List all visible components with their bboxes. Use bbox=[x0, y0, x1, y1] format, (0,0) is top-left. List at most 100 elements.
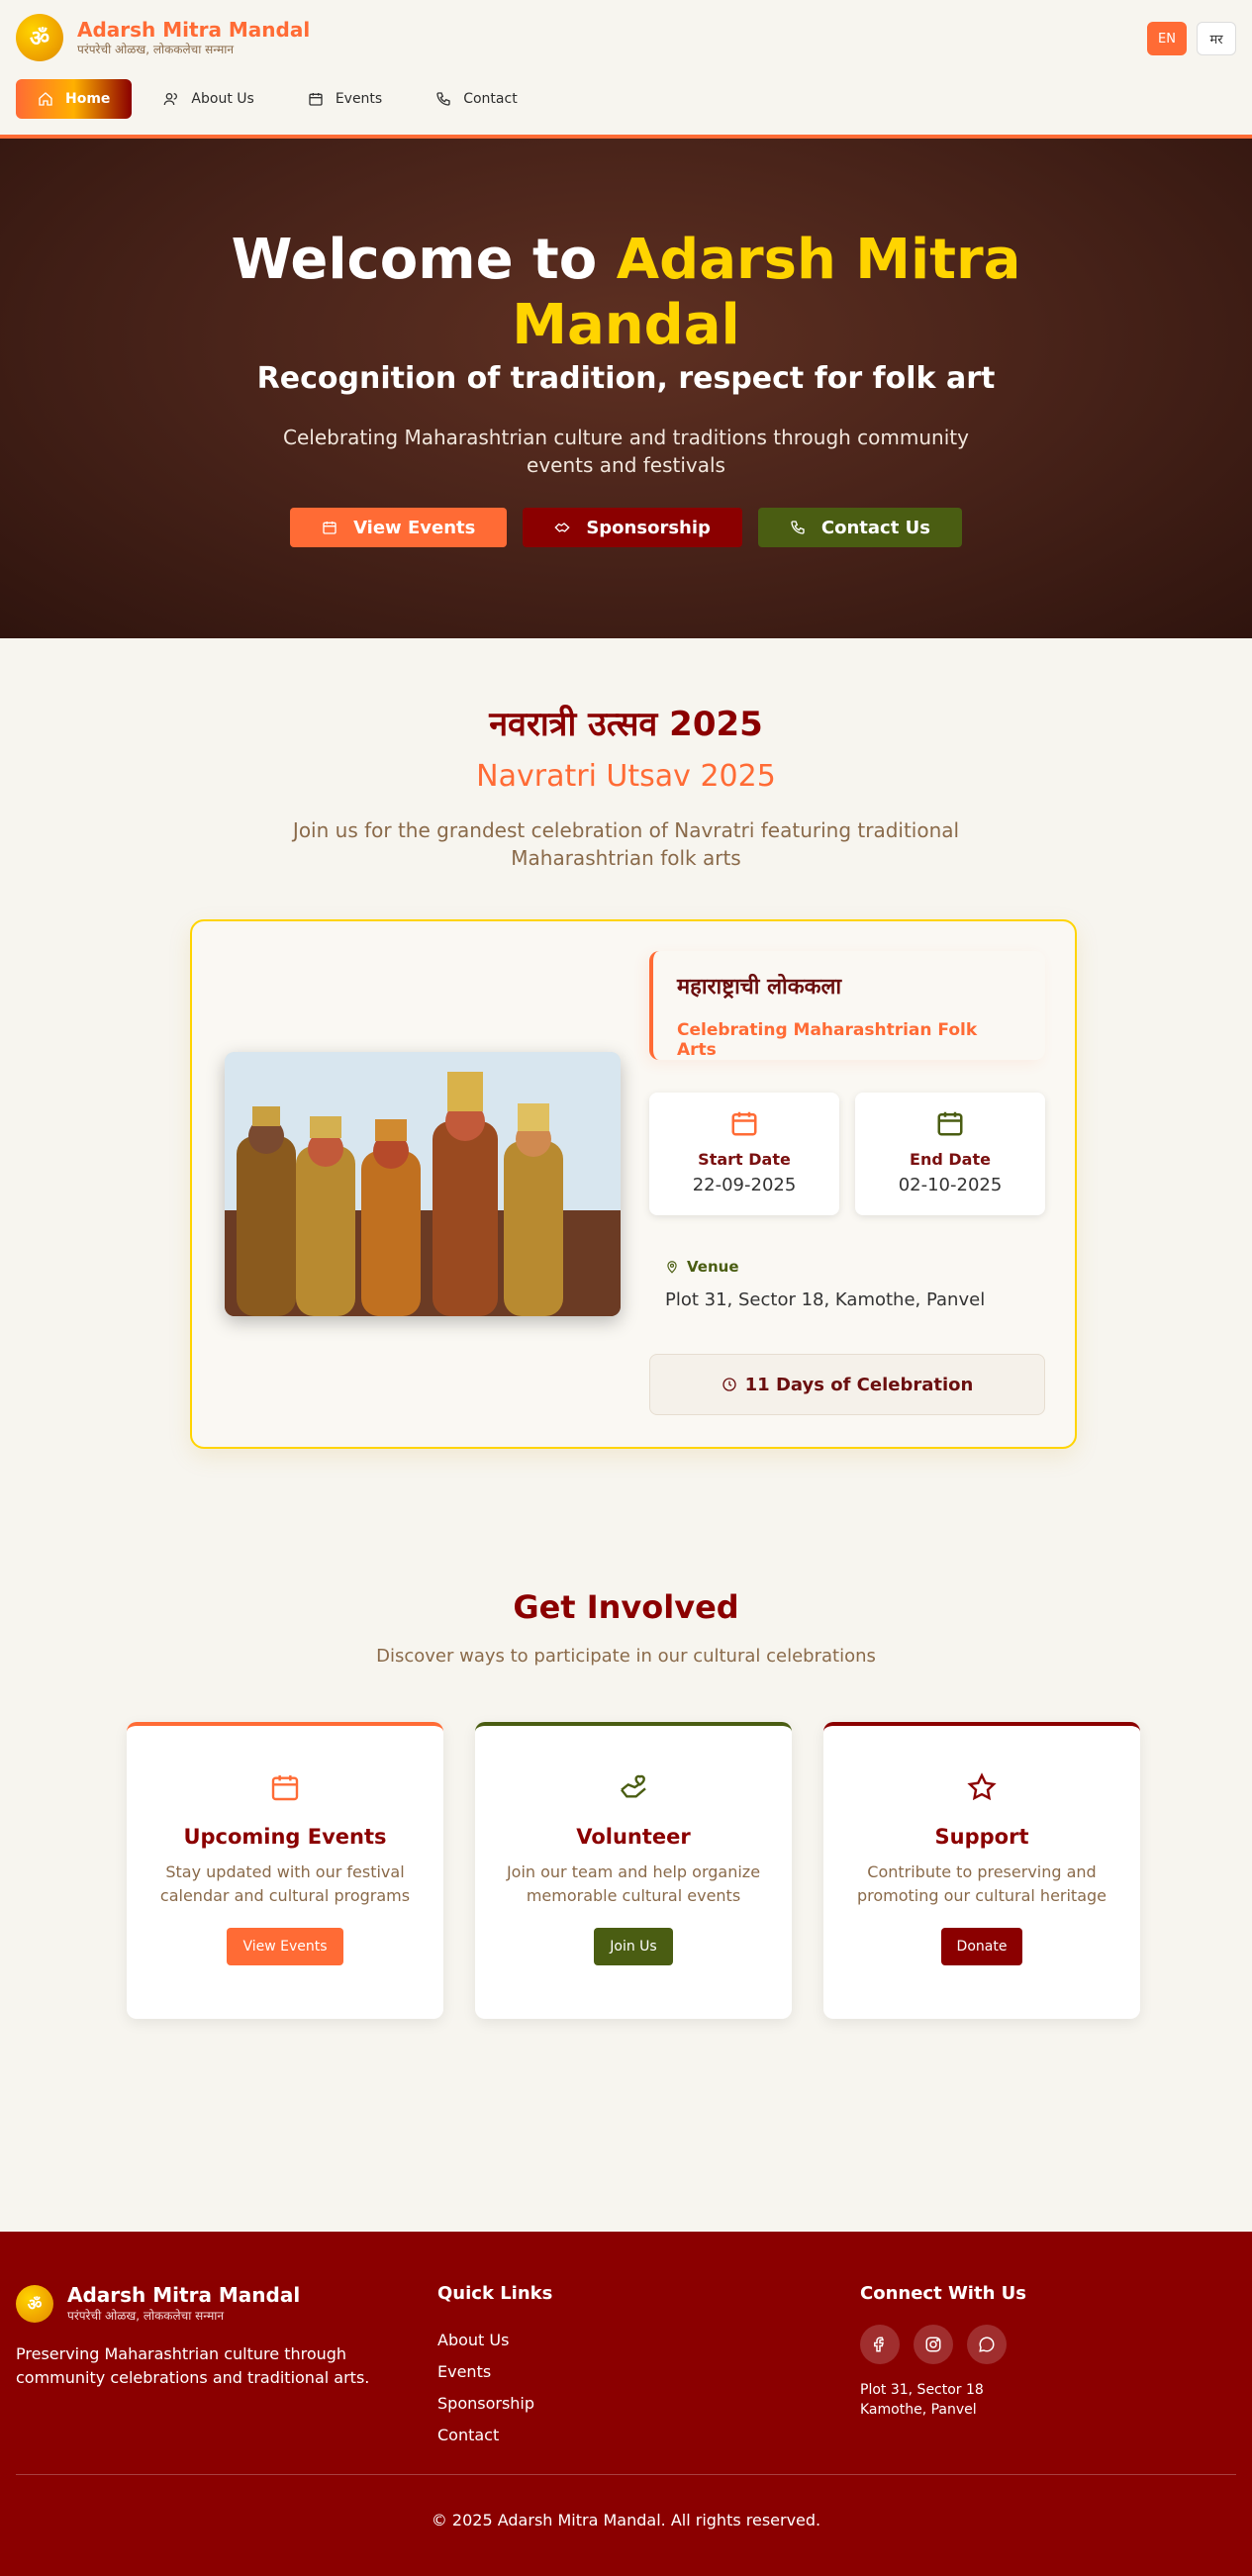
site-footer: ॐ Adarsh Mitra Mandal परंपरेची ओळख, लोकक… bbox=[0, 2232, 1252, 2576]
phone-icon bbox=[791, 521, 805, 534]
calendar-icon bbox=[271, 1775, 299, 1801]
om-logo-icon: ॐ bbox=[16, 2284, 53, 2323]
hand-heart-icon bbox=[621, 1774, 646, 1798]
card-title: Upcoming Events bbox=[183, 1825, 387, 1849]
brand-text: Adarsh Mitra Mandal परंपरेची ओळख, लोककले… bbox=[77, 18, 310, 57]
contact-us-button[interactable]: Contact Us bbox=[757, 508, 962, 547]
hero-description: Celebrating Maharashtrian culture and tr… bbox=[283, 426, 969, 477]
facebook-button[interactable] bbox=[860, 2325, 900, 2364]
hero-title: Welcome to Adarsh Mitra Mandal bbox=[181, 228, 1072, 358]
phone-icon bbox=[436, 92, 450, 106]
navratri-description: Join us for the grandest celebration of … bbox=[292, 818, 960, 870]
venue-block: Venue Plot 31, Sector 18, Kamothe, Panve… bbox=[665, 1258, 985, 1310]
venue-label: Venue bbox=[687, 1258, 739, 1276]
nav-label-contact: Contact bbox=[463, 91, 518, 107]
view-events-button[interactable]: View Events bbox=[290, 508, 508, 547]
sponsorship-button[interactable]: Sponsorship bbox=[523, 508, 742, 547]
copyright: © 2025 Adarsh Mitra Mandal. All rights r… bbox=[431, 2511, 821, 2529]
view-events-label: View Events bbox=[353, 517, 476, 538]
start-date-box: Start Date 22-09-2025 bbox=[649, 1093, 839, 1215]
contact-us-label: Contact Us bbox=[820, 517, 930, 538]
support-card: Support Contribute to preserving and pro… bbox=[823, 1722, 1140, 2019]
get-involved-title: Get Involved bbox=[513, 1588, 739, 1626]
end-date-value: 02-10-2025 bbox=[898, 1175, 1003, 1195]
card-title: Volunteer bbox=[576, 1825, 691, 1849]
event-heading-english: Celebrating Maharashtrian Folk Arts bbox=[677, 1020, 978, 1060]
footer-brand-title: Adarsh Mitra Mandal bbox=[67, 2283, 301, 2307]
end-date-label: End Date bbox=[910, 1150, 991, 1169]
address-line-1: Plot 31, Sector 18 bbox=[860, 2382, 984, 2398]
hero-buttons: View Events Sponsorship Contact Us bbox=[0, 508, 1252, 547]
calendar-icon bbox=[731, 1111, 757, 1136]
instagram-button[interactable] bbox=[914, 2325, 953, 2364]
venue-value: Plot 31, Sector 18, Kamothe, Panvel bbox=[665, 1289, 986, 1310]
end-date-box: End Date 02-10-2025 bbox=[855, 1093, 1045, 1215]
get-involved-subtitle: Discover ways to participate in our cult… bbox=[376, 1646, 876, 1667]
event-heading-box: महाराष्ट्राची लोककला Celebrating Maharas… bbox=[649, 951, 1045, 1060]
brand[interactable]: ॐ Adarsh Mitra Mandal परंपरेची ओळख, लोकक… bbox=[16, 14, 310, 61]
facebook-icon bbox=[874, 2337, 885, 2352]
volunteer-card: Volunteer Join our team and help organiz… bbox=[475, 1722, 792, 2019]
footer-address: Plot 31, Sector 18 Kamothe, Panvel bbox=[860, 2380, 984, 2420]
map-pin-icon bbox=[667, 1261, 677, 1274]
footer-link-about[interactable]: About Us bbox=[437, 2325, 534, 2356]
nav-item-about[interactable]: About Us bbox=[142, 79, 275, 119]
join-us-button[interactable]: Join Us bbox=[594, 1928, 673, 1965]
nav-label-about: About Us bbox=[191, 91, 254, 107]
lang-mr-button[interactable]: मर bbox=[1197, 22, 1236, 55]
nav-label-events: Events bbox=[335, 91, 383, 107]
start-date-label: Start Date bbox=[698, 1150, 791, 1169]
nav-item-home[interactable]: Home bbox=[16, 79, 133, 119]
card-text: Stay updated with our festival calendar … bbox=[159, 1862, 411, 1905]
nav-item-contact[interactable]: Contact bbox=[414, 79, 538, 119]
quick-links: About Us Events Sponsorship Contact bbox=[437, 2325, 534, 2451]
footer-divider bbox=[16, 2474, 1236, 2475]
whatsapp-button[interactable] bbox=[967, 2325, 1007, 2364]
social-links bbox=[860, 2325, 1007, 2364]
footer-link-contact[interactable]: Contact bbox=[437, 2420, 534, 2451]
brand-subtitle: परंपरेची ओळख, लोककलेचा सन्मान bbox=[77, 43, 235, 56]
icon-wrap bbox=[823, 1771, 1140, 1805]
card-text: Join our team and help organize memorabl… bbox=[506, 1862, 761, 1905]
footer-brand-text: Adarsh Mitra Mandal परंपरेची ओळख, लोककले… bbox=[67, 2283, 300, 2324]
address-line-2: Kamothe, Panvel bbox=[860, 2402, 977, 2418]
nav-label-home: Home bbox=[65, 91, 111, 107]
sponsorship-label: Sponsorship bbox=[586, 517, 711, 538]
navratri-title-marathi: नवरात्री उत्सव 2025 bbox=[489, 705, 763, 744]
quick-links-title: Quick Links bbox=[437, 2283, 553, 2304]
hero-section: Welcome to Adarsh Mitra Mandal Recogniti… bbox=[0, 139, 1252, 638]
handshake-icon bbox=[554, 523, 570, 532]
donate-button[interactable]: Donate bbox=[940, 1928, 1023, 1965]
icon-wrap bbox=[475, 1771, 792, 1805]
language-switcher: EN मर bbox=[1147, 22, 1236, 55]
navratri-section: नवरात्री उत्सव 2025 Navratri Utsav 2025 … bbox=[0, 638, 1252, 1539]
get-involved-section: Get Involved Discover ways to participat… bbox=[0, 1539, 1252, 2232]
message-circle-icon bbox=[979, 2337, 995, 2352]
calendar-icon-wrap bbox=[855, 1108, 1045, 1138]
venue-label-row: Venue bbox=[665, 1258, 985, 1276]
calendar-icon bbox=[937, 1111, 963, 1136]
duration-badge: 11 Days of Celebration bbox=[649, 1354, 1045, 1415]
footer-brand-subtitle: परंपरेची ओळख, लोककलेचा सन्मान bbox=[67, 2309, 225, 2323]
performers-illustration bbox=[225, 1052, 621, 1316]
view-events-button[interactable]: View Events bbox=[227, 1928, 343, 1965]
footer-link-events[interactable]: Events bbox=[437, 2356, 534, 2388]
calendar-icon bbox=[323, 522, 337, 534]
start-date-value: 22-09-2025 bbox=[692, 1175, 797, 1195]
main-nav: Home About Us Events Contact bbox=[16, 79, 539, 119]
star-icon bbox=[967, 1772, 997, 1801]
calendar-icon-wrap bbox=[649, 1108, 839, 1138]
navratri-title-english: Navratri Utsav 2025 bbox=[476, 759, 776, 794]
icon-wrap bbox=[127, 1771, 443, 1805]
clock-icon bbox=[722, 1378, 736, 1391]
footer-link-sponsorship[interactable]: Sponsorship bbox=[437, 2388, 534, 2420]
footer-description: Preserving Maharashtrian culture through… bbox=[16, 2344, 370, 2387]
navratri-event-card: महाराष्ट्राची लोककला Celebrating Maharas… bbox=[190, 919, 1077, 1449]
lang-en-button[interactable]: EN bbox=[1147, 22, 1187, 55]
om-logo-icon: ॐ bbox=[16, 14, 63, 61]
hero-title-prefix: Welcome to bbox=[231, 228, 617, 292]
connect-title: Connect With Us bbox=[860, 2283, 1026, 2304]
nav-item-events[interactable]: Events bbox=[286, 79, 404, 119]
users-icon bbox=[164, 93, 178, 106]
home-icon bbox=[39, 92, 52, 106]
